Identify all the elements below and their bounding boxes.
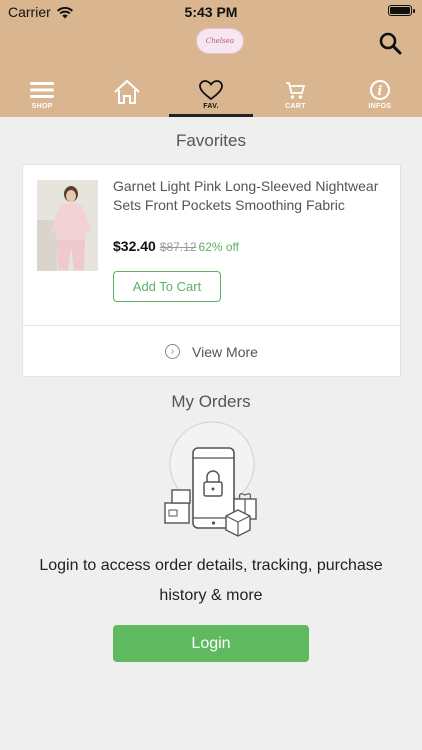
orders-illustration xyxy=(160,420,264,540)
status-bar: Carrier 5:43 PM xyxy=(0,0,422,22)
menu-icon xyxy=(30,82,55,98)
tab-favorites[interactable]: FAV. xyxy=(168,72,254,117)
tab-shop-label: SHOP xyxy=(31,103,53,110)
tab-home[interactable] xyxy=(84,72,168,117)
view-more-button[interactable]: › View More xyxy=(23,326,400,377)
orders-login-message: Login to access order details, tracking,… xyxy=(39,557,383,604)
info-icon: i xyxy=(369,80,390,100)
tab-infos-label: INFOS xyxy=(368,103,392,110)
login-button[interactable]: Login xyxy=(113,625,309,662)
view-more-label: View More xyxy=(192,343,258,360)
orders-title: My Orders xyxy=(171,392,251,411)
product-image[interactable] xyxy=(37,180,98,271)
status-time: 5:43 PM xyxy=(184,4,238,20)
tab-cart-label: CART xyxy=(285,103,306,110)
price-row: $32.40 $87.12 62% off xyxy=(113,238,239,254)
tab-cart[interactable]: CART xyxy=(253,72,337,117)
phone-lock-icon xyxy=(164,421,257,537)
tab-shop[interactable]: SHOP xyxy=(0,72,84,117)
product-photo xyxy=(37,180,98,271)
tab-infos[interactable]: i INFOS xyxy=(338,72,422,117)
chevron-right-icon: › xyxy=(165,344,181,359)
product-price: $32.40 xyxy=(113,238,156,254)
battery-icon xyxy=(388,5,415,16)
product-old-price: $87.12 xyxy=(159,240,197,254)
home-icon xyxy=(113,79,140,104)
brand-logo-text: Chelsea xyxy=(205,37,235,45)
tab-bar: SHOP FAV. CART i INFOS xyxy=(0,72,422,117)
product-name[interactable]: Garnet Light Pink Long-Sleeved Nightwear… xyxy=(113,177,393,215)
svg-text:i: i xyxy=(377,84,382,99)
app-header: Carrier 5:43 PM Chelsea SHOP FAV. CART i… xyxy=(0,0,422,117)
tab-favorites-label: FAV. xyxy=(203,103,219,110)
heart-icon xyxy=(199,80,223,101)
search-icon xyxy=(379,32,402,55)
favorites-title: Favorites xyxy=(176,131,246,150)
cart-icon xyxy=(286,82,306,99)
favorites-card: Garnet Light Pink Long-Sleeved Nightwear… xyxy=(22,164,401,377)
product-discount: 62% off xyxy=(198,240,240,254)
brand-logo[interactable]: Chelsea xyxy=(196,28,244,54)
add-to-cart-button[interactable]: Add To Cart xyxy=(113,271,221,302)
search-button[interactable] xyxy=(378,31,402,55)
